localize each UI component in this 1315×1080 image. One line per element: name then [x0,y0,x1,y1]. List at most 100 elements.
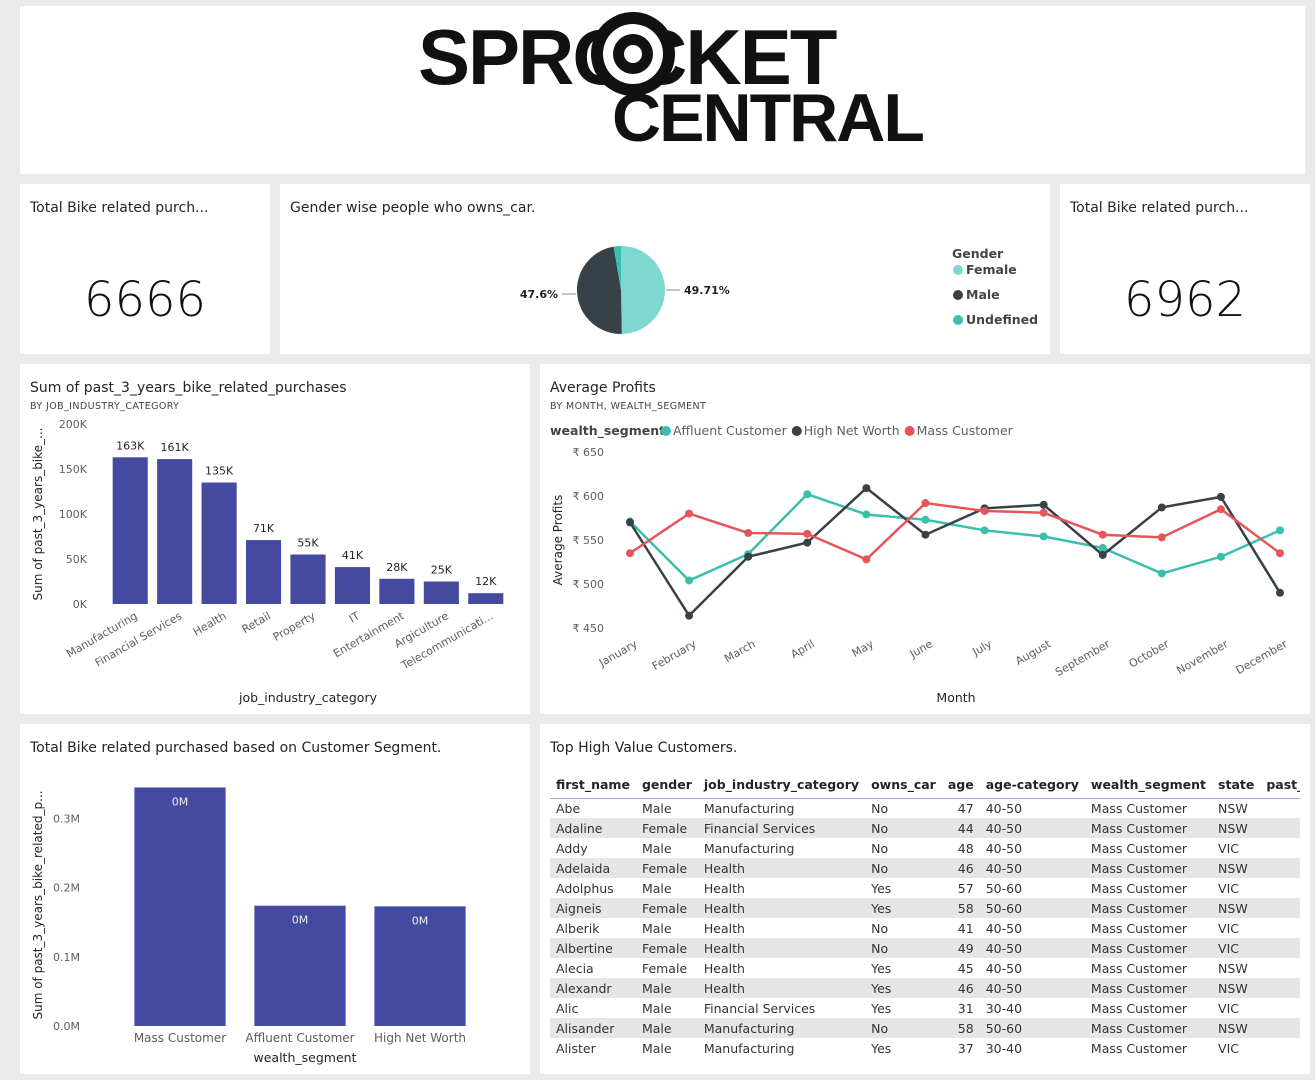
profits-line-chart: wealth_segment Affluent Customer High Net … [550,423,1290,705]
kpi-title: Total Bike related purch... [30,200,209,216]
line-point[interactable] [803,490,812,499]
table-cell: Yes [865,898,942,918]
table-row[interactable]: Alic Male Financial Services Yes 31 30-40 Mass… [550,998,1300,1018]
table-row[interactable]: Adelaida Female Health No 46 40-50 Mass Custom… [550,858,1300,878]
line-point[interactable] [685,611,694,620]
table-row[interactable]: Aigneis Female Health Yes 58 50-60 Mass Custom… [550,898,1300,918]
line-point[interactable] [1039,500,1048,509]
column-header[interactable]: wealth_segment [1084,772,1213,799]
bar-0[interactable] [134,787,226,1026]
bar-data-label: 0M [172,795,189,808]
line-point[interactable] [626,549,634,558]
line-point[interactable] [1157,533,1166,542]
table-cell: No [865,858,942,878]
bar-3[interactable] [246,540,282,604]
legend-marker [953,265,963,275]
legend-item[interactable]: Affluent Customer [673,423,788,438]
legend-item-undefined[interactable]: Undefined [966,312,1038,327]
legend-item[interactable]: Mass Customer [917,423,1014,438]
table-row[interactable]: Alexandr Male Health Yes 46 40-50 Mass Custome… [550,978,1300,998]
line-point[interactable] [921,515,930,524]
line-point[interactable] [744,552,753,561]
line-point[interactable] [1039,532,1048,541]
customers-table-wrapper[interactable]: first_name gender job_industry_category own… [550,772,1300,1058]
x-tick-label: May [850,637,877,660]
column-header[interactable]: owns_car [865,772,942,799]
bar-8[interactable] [468,593,504,604]
line-point[interactable] [1157,569,1166,578]
line-point[interactable] [1157,503,1166,512]
line-series[interactable] [629,501,1281,561]
table-cell: 45 [941,958,980,978]
line-point[interactable] [1276,526,1284,535]
x-tick-label: Health [191,609,229,638]
bar-5[interactable] [334,567,370,604]
table-cell: 41 [941,918,980,938]
line-point[interactable] [1216,505,1225,514]
table-row[interactable]: Addy Male Manufacturing No 48 40-50 Mass Custo… [550,838,1300,858]
table-cell: VIC [1212,878,1261,898]
table-cell: 40-50 [979,938,1085,958]
pie-slice-male[interactable] [577,246,622,334]
bar-data-label: 135K [205,465,234,478]
kpi-value: 6962 [1123,272,1247,328]
column-header[interactable]: job_industry_category [697,772,866,799]
table-cell: NSW [1212,818,1261,838]
line-point[interactable] [1216,492,1225,501]
line-point[interactable] [1276,549,1284,558]
table-cell: Financial Services [697,818,866,838]
line-point[interactable] [685,509,694,518]
legend-item-female[interactable]: Female [966,262,1017,277]
line-point[interactable] [1276,588,1284,597]
column-header[interactable]: age-category [979,772,1085,799]
line-point[interactable] [921,499,930,508]
bar-2[interactable] [201,482,237,605]
table-cell: No [865,938,942,958]
bar-6[interactable] [379,578,415,604]
line-point[interactable] [1039,508,1048,517]
table-cell: Manufacturing [697,1038,866,1058]
line-point[interactable] [1098,530,1107,539]
column-header[interactable]: age [941,772,980,799]
line-point[interactable] [685,576,694,585]
table-row[interactable]: Alecia Female Health Yes 45 40-50 Mass Custome… [550,958,1300,978]
table-row[interactable]: Abe Male Manufacturing No 47 40-50 Mass Custom… [550,798,1300,818]
line-point[interactable] [862,484,871,493]
table-cell: Mass Customer [1084,958,1213,978]
legend-item[interactable]: High Net Worth [804,423,900,438]
table-cell: Mass Customer [1084,878,1213,898]
pie-slice-female[interactable] [621,246,665,334]
table-cell: NSW [1212,858,1261,878]
bar-1[interactable] [157,459,193,604]
column-header[interactable]: gender [635,772,698,799]
line-point[interactable] [803,538,812,547]
table-row[interactable]: Adaline Female Financial Services No 44 40-50… [550,818,1300,838]
line-point[interactable] [980,506,989,515]
table-cell: VIC [1212,918,1261,938]
line-point[interactable] [921,530,930,539]
table-cell: Manufacturing [697,1018,866,1038]
line-point[interactable] [626,518,634,527]
line-point[interactable] [1216,552,1225,561]
line-point[interactable] [1098,543,1107,552]
table-row[interactable]: Alberik Male Health No 41 40-50 Mass Customer V… [550,918,1300,938]
line-point[interactable] [980,526,989,535]
bar-data-label: 0M [292,914,309,927]
table-row[interactable]: Alister Male Manufacturing Yes 37 30-40 Mass C… [550,1038,1300,1058]
line-point[interactable] [1098,550,1107,559]
line-point[interactable] [862,555,871,564]
table-row[interactable]: Adolphus Male Health Yes 57 50-60 Mass Custome… [550,878,1300,898]
table-cell: NSW [1212,798,1261,818]
column-header[interactable]: first_name [550,772,636,799]
bar-7[interactable] [423,581,459,605]
legend-item-male[interactable]: Male [966,287,1000,302]
table-row[interactable]: Alisander Male Manufacturing No 58 50-60 Mass … [550,1018,1300,1038]
column-header[interactable]: past_3_years_b [1260,772,1300,799]
bar-4[interactable] [290,554,326,605]
line-point[interactable] [744,528,753,537]
table-row[interactable]: Albertine Female Health No 49 40-50 Mass Custo… [550,938,1300,958]
column-header[interactable]: state [1212,772,1261,799]
bar-0[interactable] [112,457,148,604]
line-point[interactable] [803,529,812,538]
line-point[interactable] [862,510,871,519]
